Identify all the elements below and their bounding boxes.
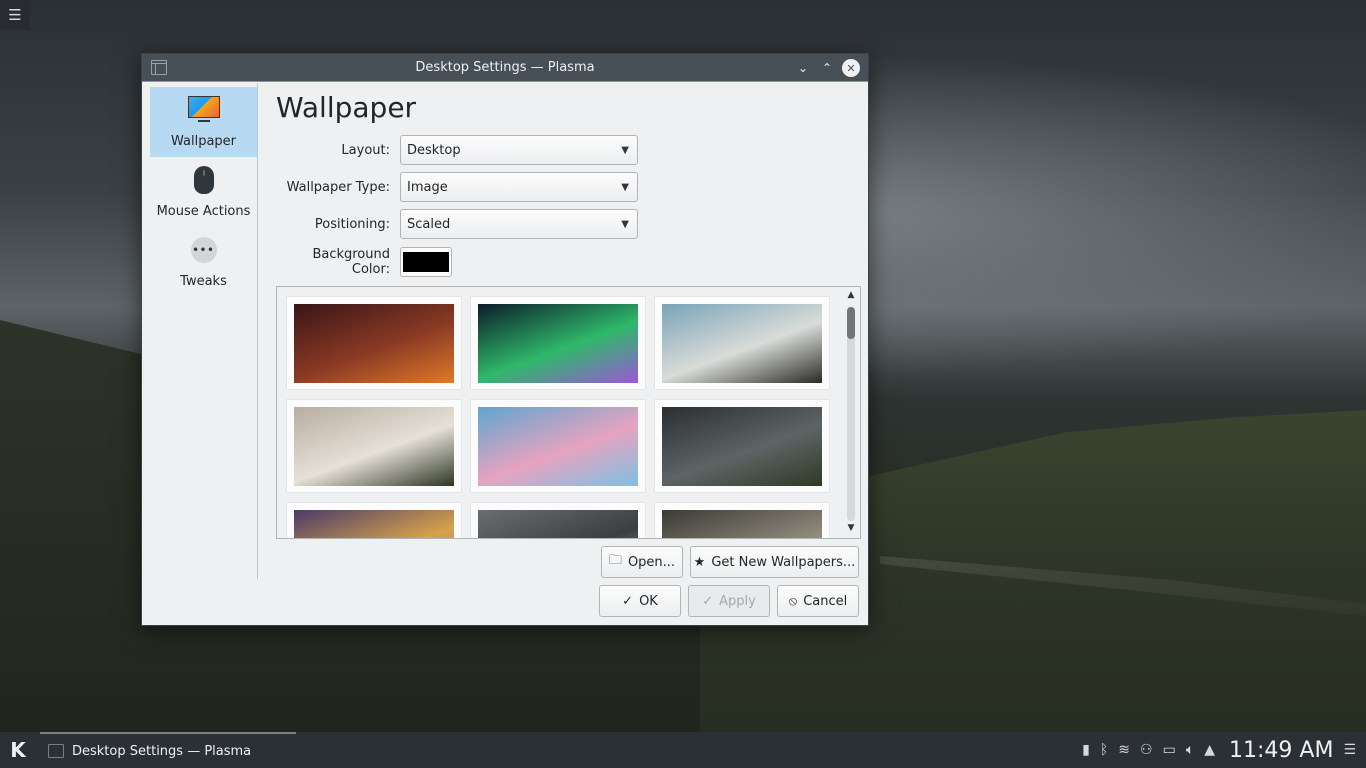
sidebar-item-label: Wallpaper — [170, 134, 237, 149]
layout-select[interactable]: Desktop ▼ — [400, 135, 638, 165]
maximize-button[interactable]: ⌃ — [818, 59, 836, 77]
title-bar[interactable]: Desktop Settings — Plasma ⌄ ⌃ ✕ — [142, 54, 868, 82]
positioning-label: Positioning: — [314, 216, 390, 232]
mouse-icon — [193, 166, 214, 194]
page-title: Wallpaper — [276, 91, 417, 124]
folder-icon: 🗀 — [608, 553, 622, 568]
scroll-thumb[interactable] — [847, 307, 855, 339]
positioning-row: Positioning: Scaled ▼ — [276, 209, 656, 239]
close-button[interactable]: ✕ — [842, 59, 860, 77]
wallpaper-thumbnail[interactable] — [286, 296, 462, 390]
wallpaper-image — [478, 510, 638, 538]
close-icon: ✕ — [846, 61, 856, 75]
wallpaper-type-row: Wallpaper Type: Image ▼ — [276, 172, 656, 202]
checkmark-icon: ✓ — [622, 593, 634, 609]
hamburger-icon: ☰ — [8, 6, 22, 24]
cancel-label: Cancel — [803, 593, 848, 609]
ok-button[interactable]: ✓ OK — [599, 585, 681, 617]
minimize-button[interactable]: ⌄ — [794, 59, 812, 77]
sidebar-item-label: Tweaks — [180, 274, 227, 289]
open-label: Open... — [627, 554, 676, 570]
taskbar: K Desktop Settings — Plasma ▮ ᛒ ≋ ⚇ ▭ 🔈︎… — [0, 732, 1366, 768]
scroll-up-icon[interactable]: ▲ — [844, 290, 858, 302]
sidebar-item-mouse-actions[interactable]: Mouse Actions — [150, 157, 257, 227]
settings-dialog: Desktop Settings — Plasma ⌄ ⌃ ✕ Wallpape… — [141, 53, 869, 626]
expand-arrow-icon[interactable]: ▲ — [1204, 742, 1215, 758]
wallpaper-image — [294, 304, 454, 383]
wifi-icon[interactable]: ≋ — [1118, 742, 1130, 758]
ok-label: OK — [639, 593, 658, 609]
star-icon: ★ — [693, 554, 706, 570]
window-title: Desktop Settings — Plasma — [415, 60, 595, 75]
scroll-down-icon[interactable]: ▼ — [844, 523, 858, 535]
cancel-button[interactable]: ⦸ Cancel — [777, 585, 859, 617]
battery-icon[interactable]: ▭ — [1163, 742, 1176, 758]
background-color-row: Background Color: — [276, 247, 656, 277]
task-title: Desktop Settings — Plasma — [72, 743, 252, 759]
wallpaper-image — [478, 304, 638, 383]
cancel-icon: ⦸ — [788, 593, 798, 609]
wallpaper-thumbnail[interactable] — [654, 399, 830, 493]
layout-row: Layout: Desktop ▼ — [276, 135, 656, 165]
layout-label: Layout: — [341, 142, 390, 158]
positioning-select[interactable]: Scaled ▼ — [400, 209, 638, 239]
wallpaper-image — [662, 304, 822, 383]
task-desktop-settings[interactable]: Desktop Settings — Plasma — [40, 732, 296, 768]
wallpaper-image — [294, 510, 454, 538]
system-tray: ▮ ᛒ ≋ ⚇ ▭ 🔈︎ ▲ 11:49 AM ☰ — [1082, 732, 1356, 768]
more-icon: ••• — [190, 237, 217, 263]
chevron-down-icon: ▼ — [621, 218, 629, 230]
volume-icon[interactable]: 🔈︎ — [1186, 742, 1194, 758]
open-button[interactable]: 🗀 Open... — [601, 546, 683, 578]
chevron-down-icon: ▼ — [621, 181, 629, 193]
chevron-down-icon: ▼ — [621, 144, 629, 156]
wallpaper-thumbnail[interactable] — [286, 399, 462, 493]
bluetooth-icon[interactable]: ᛒ — [1100, 742, 1108, 758]
wallpaper-thumbnail[interactable] — [470, 296, 646, 390]
kde-logo-icon[interactable]: K — [6, 738, 30, 762]
positioning-value: Scaled — [407, 216, 451, 232]
wallpaper-thumbnail[interactable] — [654, 502, 830, 538]
wallpaper-image — [478, 407, 638, 486]
panel-menu-icon[interactable]: ☰ — [1343, 742, 1356, 758]
layout-value: Desktop — [407, 142, 461, 158]
wallpaper-gallery[interactable]: ▲ ▼ — [276, 286, 861, 539]
sidebar-item-wallpaper[interactable]: Wallpaper — [150, 87, 257, 157]
window-app-icon — [48, 744, 64, 758]
desktop-menu-button[interactable]: ☰ — [0, 0, 30, 30]
gallery-scrollbar[interactable]: ▲ ▼ — [842, 287, 860, 538]
wallpaper-page: Wallpaper Layout: Desktop ▼ Wallpaper Ty… — [276, 83, 868, 625]
clock[interactable]: 11:49 AM — [1229, 738, 1333, 763]
user-switch-icon[interactable]: ⚇ — [1140, 742, 1153, 758]
usb-drive-icon[interactable]: ▮ — [1082, 742, 1090, 758]
sidebar-item-tweaks[interactable]: ••• Tweaks — [150, 227, 257, 297]
get-new-wallpapers-label: Get New Wallpapers... — [711, 554, 856, 570]
wallpaper-thumbnail[interactable] — [470, 502, 646, 538]
monitor-icon — [187, 96, 220, 124]
background-color-label: Background Color: — [312, 247, 390, 277]
wallpaper-thumbnail[interactable] — [654, 296, 830, 390]
wallpaper-thumbnail[interactable] — [286, 502, 462, 538]
chevron-down-icon: ⌄ — [797, 61, 809, 75]
wallpaper-image — [662, 510, 822, 538]
wallpaper-image — [662, 407, 822, 486]
apply-label: Apply — [719, 593, 756, 609]
wallpaper-type-value: Image — [407, 179, 448, 195]
wallpaper-thumbnail[interactable] — [470, 399, 646, 493]
wallpaper-type-select[interactable]: Image ▼ — [400, 172, 638, 202]
color-swatch — [403, 252, 449, 272]
chevron-up-icon: ⌃ — [821, 61, 833, 75]
wallpaper-image — [294, 407, 454, 486]
background-color-button[interactable] — [400, 247, 452, 277]
get-new-wallpapers-button[interactable]: ★ Get New Wallpapers... — [690, 546, 859, 578]
scroll-track[interactable] — [847, 307, 855, 521]
sidebar: Wallpaper Mouse Actions ••• Tweaks — [142, 83, 258, 579]
apply-button[interactable]: ✓ Apply — [688, 585, 770, 617]
window-app-icon[interactable] — [151, 60, 167, 75]
wallpaper-type-label: Wallpaper Type: — [286, 179, 390, 195]
checkmark-icon: ✓ — [702, 593, 714, 609]
sidebar-item-label: Mouse Actions — [156, 204, 251, 219]
